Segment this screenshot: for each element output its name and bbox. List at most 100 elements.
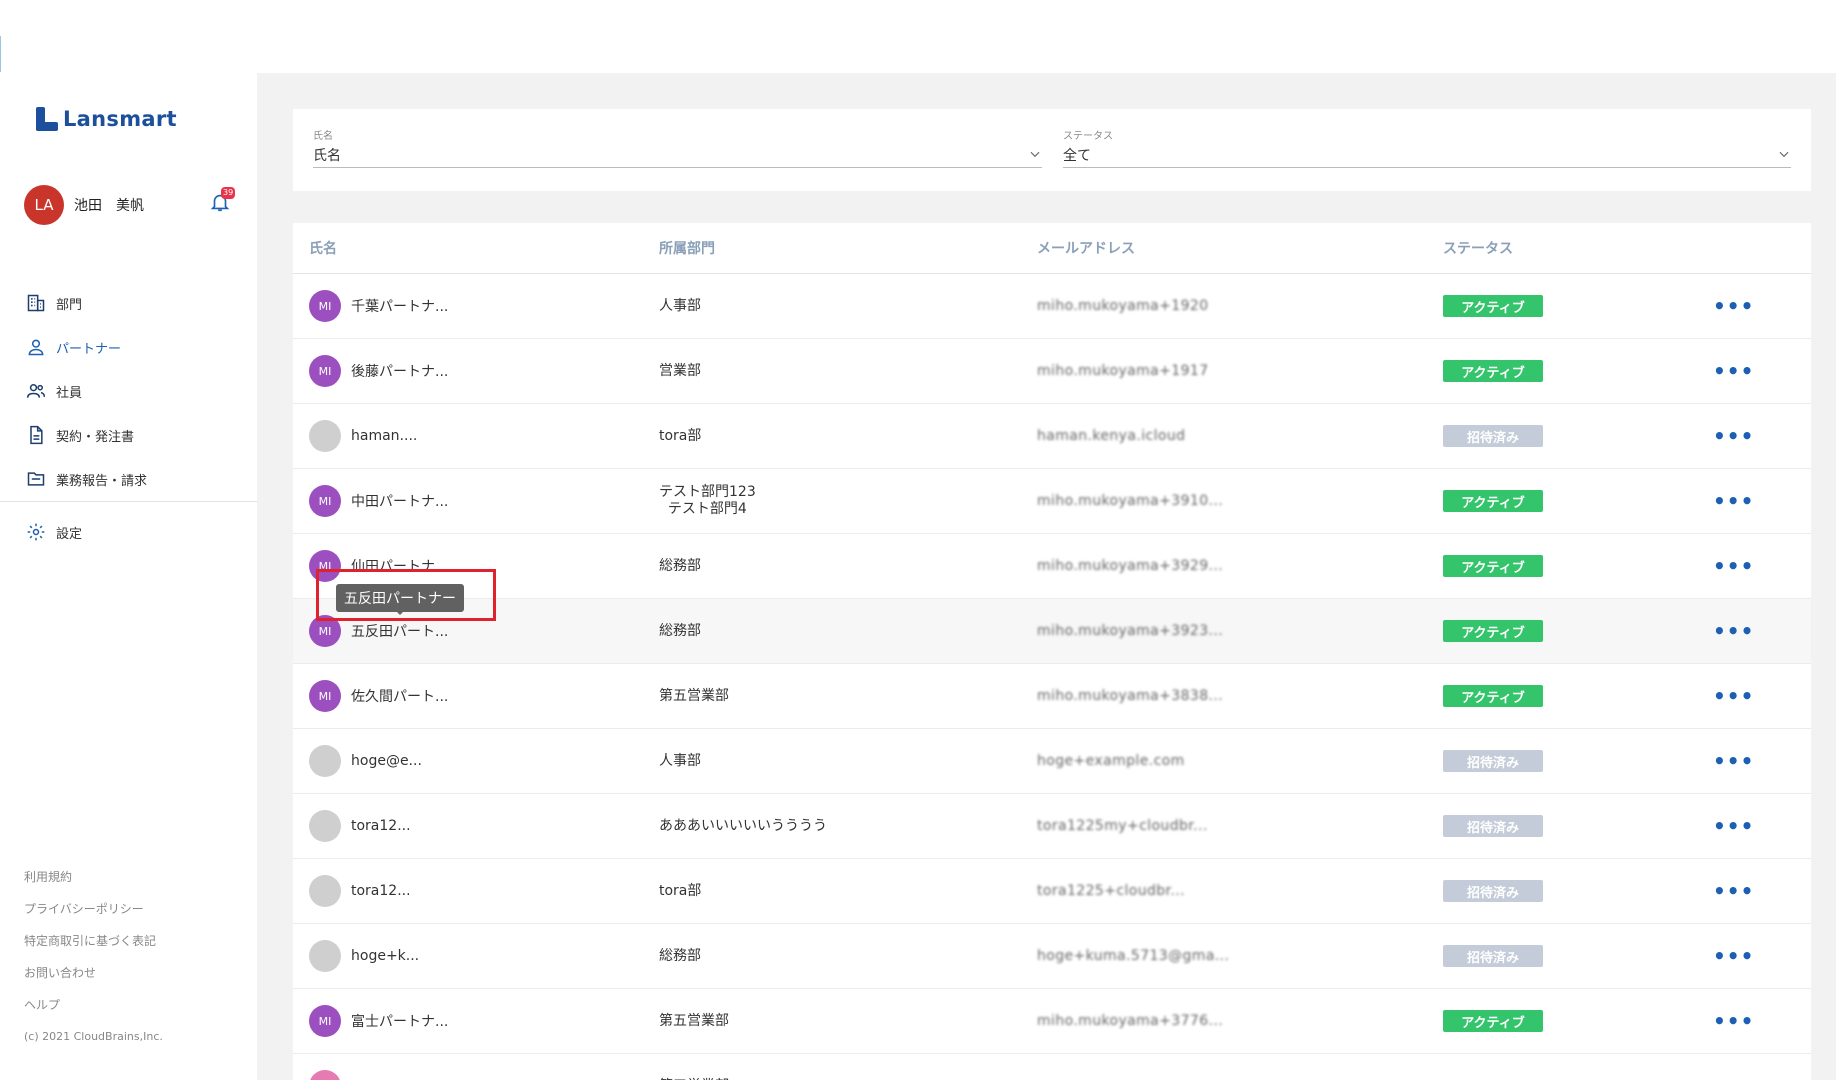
more-options-icon[interactable]: •••	[1713, 814, 1754, 838]
row-dept: 第五営業部	[659, 687, 729, 704]
name-cell[interactable]: MI 佐久間パート...	[309, 664, 448, 728]
more-cell[interactable]: •••	[1713, 664, 1754, 728]
more-cell[interactable]: •••	[1713, 274, 1754, 338]
name-cell[interactable]: hoge+k...	[309, 924, 419, 988]
table-row[interactable]: MI 富士パートナ... 第五営業部 miho.mukoyama+3776... アクテ…	[293, 989, 1811, 1054]
name-cell[interactable]: MI 富士パートナ...	[309, 989, 448, 1053]
table-row[interactable]: tora12... tora部 tora1225+cloudbr... 招待済み •••	[293, 859, 1811, 924]
sidebar-item-reports[interactable]: 業務報告・請求	[0, 457, 257, 501]
row-avatar	[309, 875, 341, 907]
logo[interactable]: Lansmart	[36, 107, 177, 131]
header-dept[interactable]: 所属部門	[659, 238, 715, 258]
status-cell: 招待済み	[1443, 729, 1543, 793]
table-row[interactable]: MI 仙田パートナ... 総務部 miho.mukoyama+3929... アクティブ…	[293, 534, 1811, 599]
more-cell[interactable]: •••	[1713, 469, 1754, 533]
row-mail: hoge+example.com	[1037, 753, 1185, 769]
more-cell[interactable]: •••	[1713, 339, 1754, 403]
more-options-icon[interactable]: •••	[1713, 944, 1754, 968]
more-options-icon[interactable]: •••	[1713, 489, 1754, 513]
header-status[interactable]: ステータス	[1443, 238, 1513, 258]
row-avatar: MI	[309, 485, 341, 517]
name-cell[interactable]: tora12...	[309, 859, 411, 923]
header-name[interactable]: 氏名	[309, 238, 337, 258]
user-profile[interactable]: LA 池田 美帆 39	[24, 185, 236, 225]
more-cell[interactable]: •••	[1713, 534, 1754, 598]
row-dept: テスト部門123	[659, 484, 756, 500]
name-cell[interactable]: MI 中田パートナ...	[309, 469, 448, 533]
row-dept: 人事部	[659, 752, 701, 769]
more-cell[interactable]: •••	[1713, 989, 1754, 1053]
table-row[interactable]: haman.... tora部 haman.kenya.icloud 招待済み •••	[293, 404, 1811, 469]
status-filter[interactable]: ステータス 全て	[1063, 127, 1791, 168]
table-row[interactable]: MI 中田パートナ... テスト部門123 テスト部門4 miho.mukoyama+3…	[293, 469, 1811, 534]
name-filter[interactable]: 氏名 氏名	[313, 127, 1042, 168]
more-options-icon[interactable]: •••	[1713, 424, 1754, 448]
name-cell[interactable]: tora12...	[309, 794, 411, 858]
more-options-icon[interactable]: •••	[1713, 749, 1754, 773]
table-row[interactable]: MI 千葉パートナ... 人事部 miho.mukoyama+1920 アクティブ •••	[293, 274, 1811, 339]
more-cell[interactable]: •••	[1713, 924, 1754, 988]
status-cell: 招待済み	[1443, 794, 1543, 858]
table-row[interactable]: tora12... あああいいいいいうううう tora1225my+cloudbr.…	[293, 794, 1811, 859]
row-dept: 営業部	[659, 362, 701, 379]
sidebar-item-settings[interactable]: 設定	[0, 510, 257, 554]
footer-link-privacy[interactable]: プライバシーポリシー	[24, 893, 163, 925]
status-filter-select[interactable]: 全て	[1063, 145, 1791, 168]
copyright: (c) 2021 CloudBrains,Inc.	[24, 1030, 163, 1043]
status-cell: アクティブ	[1443, 664, 1543, 728]
name-cell[interactable]: MI 千葉パートナ...	[309, 274, 448, 338]
more-options-icon[interactable]: •••	[1713, 1009, 1754, 1033]
name-cell[interactable]: hoge@e...	[309, 729, 422, 793]
highlight-box	[316, 569, 496, 621]
more-cell[interactable]: •••	[1713, 794, 1754, 858]
name-filter-label: 氏名	[313, 131, 333, 142]
name-cell[interactable]: MI 後藤パートナ...	[309, 339, 448, 403]
table-row[interactable]: MI 五反田パート... 総務部 miho.mukoyama+3923... アクティブ…	[293, 599, 1811, 664]
dept-cell: 総務部	[659, 599, 701, 663]
sidebar-item-employees[interactable]: 社員	[0, 369, 257, 413]
sidebar-item-partners[interactable]: パートナー	[0, 325, 257, 369]
more-cell[interactable]: •••	[1713, 404, 1754, 468]
status-cell: 招待済み	[1443, 404, 1543, 468]
footer-link-contact[interactable]: お問い合わせ	[24, 957, 163, 989]
name-cell[interactable]: haman....	[309, 404, 417, 468]
dept-cell: テスト部門123 テスト部門4	[659, 469, 756, 533]
row-avatar	[309, 745, 341, 777]
table-row[interactable]: hoge+k... 総務部 hoge+kuma.5713@gma... 招待済み •••	[293, 924, 1811, 989]
mail-cell: tora1225my+cloudbr...	[1037, 794, 1208, 858]
table-row[interactable]: hoge@e... 人事部 hoge+example.com 招待済み •••	[293, 729, 1811, 794]
more-options-icon[interactable]: •••	[1713, 619, 1754, 643]
more-cell[interactable]: •••	[1713, 599, 1754, 663]
user-avatar[interactable]: LA	[24, 185, 64, 225]
table-row[interactable]: MI 佐久間パート... 第五営業部 miho.mukoyama+3838... アクテ…	[293, 664, 1811, 729]
sidebar-item-label: 業務報告・請求	[56, 473, 148, 489]
row-dept: 総務部	[659, 557, 701, 574]
more-options-icon[interactable]: •••	[1713, 554, 1754, 578]
more-options-icon[interactable]: •••	[1713, 294, 1754, 318]
table-row[interactable]: 第五営業部	[293, 1054, 1811, 1080]
row-avatar: MI	[309, 290, 341, 322]
more-options-icon[interactable]: •••	[1713, 879, 1754, 903]
more-options-icon[interactable]: •••	[1713, 684, 1754, 708]
dept-cell: tora部	[659, 859, 701, 923]
filter-panel: 氏名 氏名 ステータス 全て	[293, 109, 1811, 191]
status-badge: アクティブ	[1443, 620, 1543, 642]
name-filter-select[interactable]: 氏名	[313, 145, 1042, 168]
sidebar-item-departments[interactable]: 部門	[0, 281, 257, 325]
row-avatar: MI	[309, 355, 341, 387]
notification-bell-icon[interactable]: 39	[209, 187, 236, 217]
status-cell: アクティブ	[1443, 274, 1543, 338]
footer-link-terms[interactable]: 利用規約	[24, 861, 163, 893]
status-badge: 招待済み	[1443, 425, 1543, 447]
footer-link-help[interactable]: ヘルプ	[24, 989, 163, 1021]
mail-cell: miho.mukoyama+1920	[1037, 274, 1209, 338]
more-options-icon[interactable]: •••	[1713, 359, 1754, 383]
sidebar-item-contracts[interactable]: 契約・発注書	[0, 413, 257, 457]
row-name: 富士パートナ...	[351, 1014, 449, 1030]
table-row[interactable]: MI 後藤パートナ... 営業部 miho.mukoyama+1917 アクティブ •••	[293, 339, 1811, 404]
more-cell[interactable]: •••	[1713, 729, 1754, 793]
header-mail[interactable]: メールアドレス	[1037, 238, 1135, 258]
name-cell[interactable]	[309, 1054, 351, 1080]
footer-link-commerce[interactable]: 特定商取引に基づく表記	[24, 925, 163, 957]
more-cell[interactable]: •••	[1713, 859, 1754, 923]
